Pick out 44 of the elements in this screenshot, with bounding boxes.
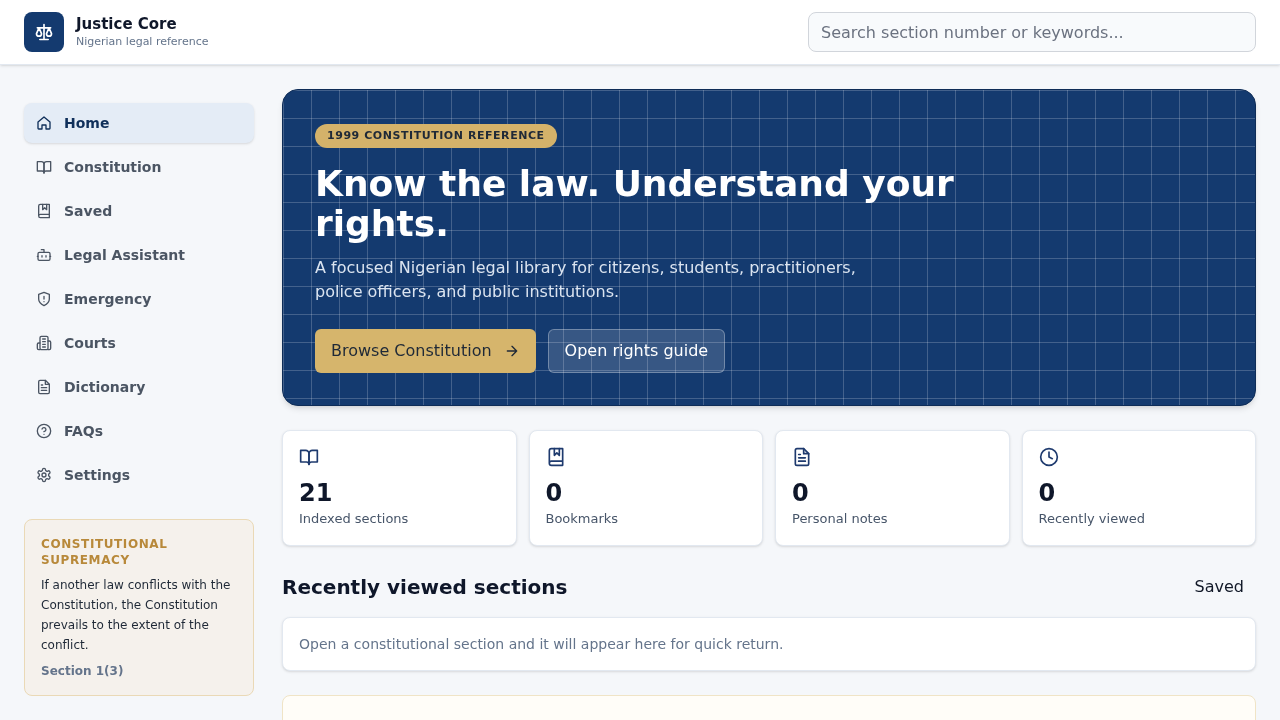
- document-icon: [36, 379, 52, 395]
- sidebar-item[interactable]: Home: [24, 103, 254, 143]
- sidebar-item[interactable]: Courts: [24, 323, 254, 363]
- sidebar-item[interactable]: Emergency: [24, 279, 254, 319]
- open-book-icon: [299, 447, 319, 467]
- clock-icon: [1038, 447, 1059, 467]
- sidebar-item[interactable]: Saved: [24, 191, 254, 231]
- section-reference: Section 1(3): [41, 663, 125, 679]
- stat-value: 0: [545, 478, 563, 509]
- section-heading: Recently viewed sections: [282, 574, 568, 601]
- stat-label: Bookmarks: [545, 510, 619, 528]
- stat-value: 0: [1038, 478, 1056, 509]
- scales-logo-icon: [24, 12, 64, 52]
- building-icon: [36, 335, 52, 351]
- rights-guide-button[interactable]: Open rights guide: [547, 329, 726, 373]
- sidebar-item[interactable]: Constitution: [24, 147, 254, 187]
- empty-state-message: Open a constitutional section and it will appear here for quick return.: [299, 635, 785, 654]
- bookmark-book-icon: [36, 203, 52, 219]
- browse-button[interactable]: Browse Constitution: [315, 329, 536, 373]
- sidebar-item[interactable]: Settings: [24, 455, 254, 495]
- sidebar-item[interactable]: Dictionary: [24, 367, 254, 407]
- settings-icon: [36, 467, 52, 483]
- stat-label: Recently viewed: [1038, 510, 1146, 528]
- document-icon: [792, 447, 812, 467]
- app-title: Justice Core: [76, 14, 178, 34]
- shield-alert-icon: [36, 291, 52, 307]
- saved-link[interactable]: Saved: [1182, 575, 1256, 599]
- home-icon: [36, 115, 52, 131]
- hero-heading: Know the law. Understand your rights.: [315, 164, 955, 244]
- stat-value: 0: [792, 478, 809, 509]
- help-icon: [36, 423, 52, 439]
- sidebar-item[interactable]: Legal Assistant: [24, 235, 254, 275]
- note-body: If another law conflicts with the Constitution, the Constitution prevails to the extent of the conflict.: [41, 577, 232, 654]
- app-subtitle: Nigerian legal reference: [76, 34, 209, 50]
- reference-tag: 1999 CONSTITUTION REFERENCE: [315, 124, 557, 148]
- note-title: CONSTITUTIONAL SUPREMACY: [41, 536, 169, 568]
- sidebar-item[interactable]: FAQs: [24, 411, 254, 451]
- hero-description: A focused Nigerian legal library for citizens, students, practitioners, police officers, and public institutions.: [315, 257, 857, 303]
- open-book-icon: [36, 159, 52, 175]
- stat-value: 21: [299, 478, 333, 509]
- search-field[interactable]: Search section number or keywords...: [808, 12, 1256, 52]
- stat-label: Personal notes: [792, 510, 888, 528]
- robot-icon: [36, 247, 52, 263]
- stat-label: Indexed sections: [299, 510, 409, 528]
